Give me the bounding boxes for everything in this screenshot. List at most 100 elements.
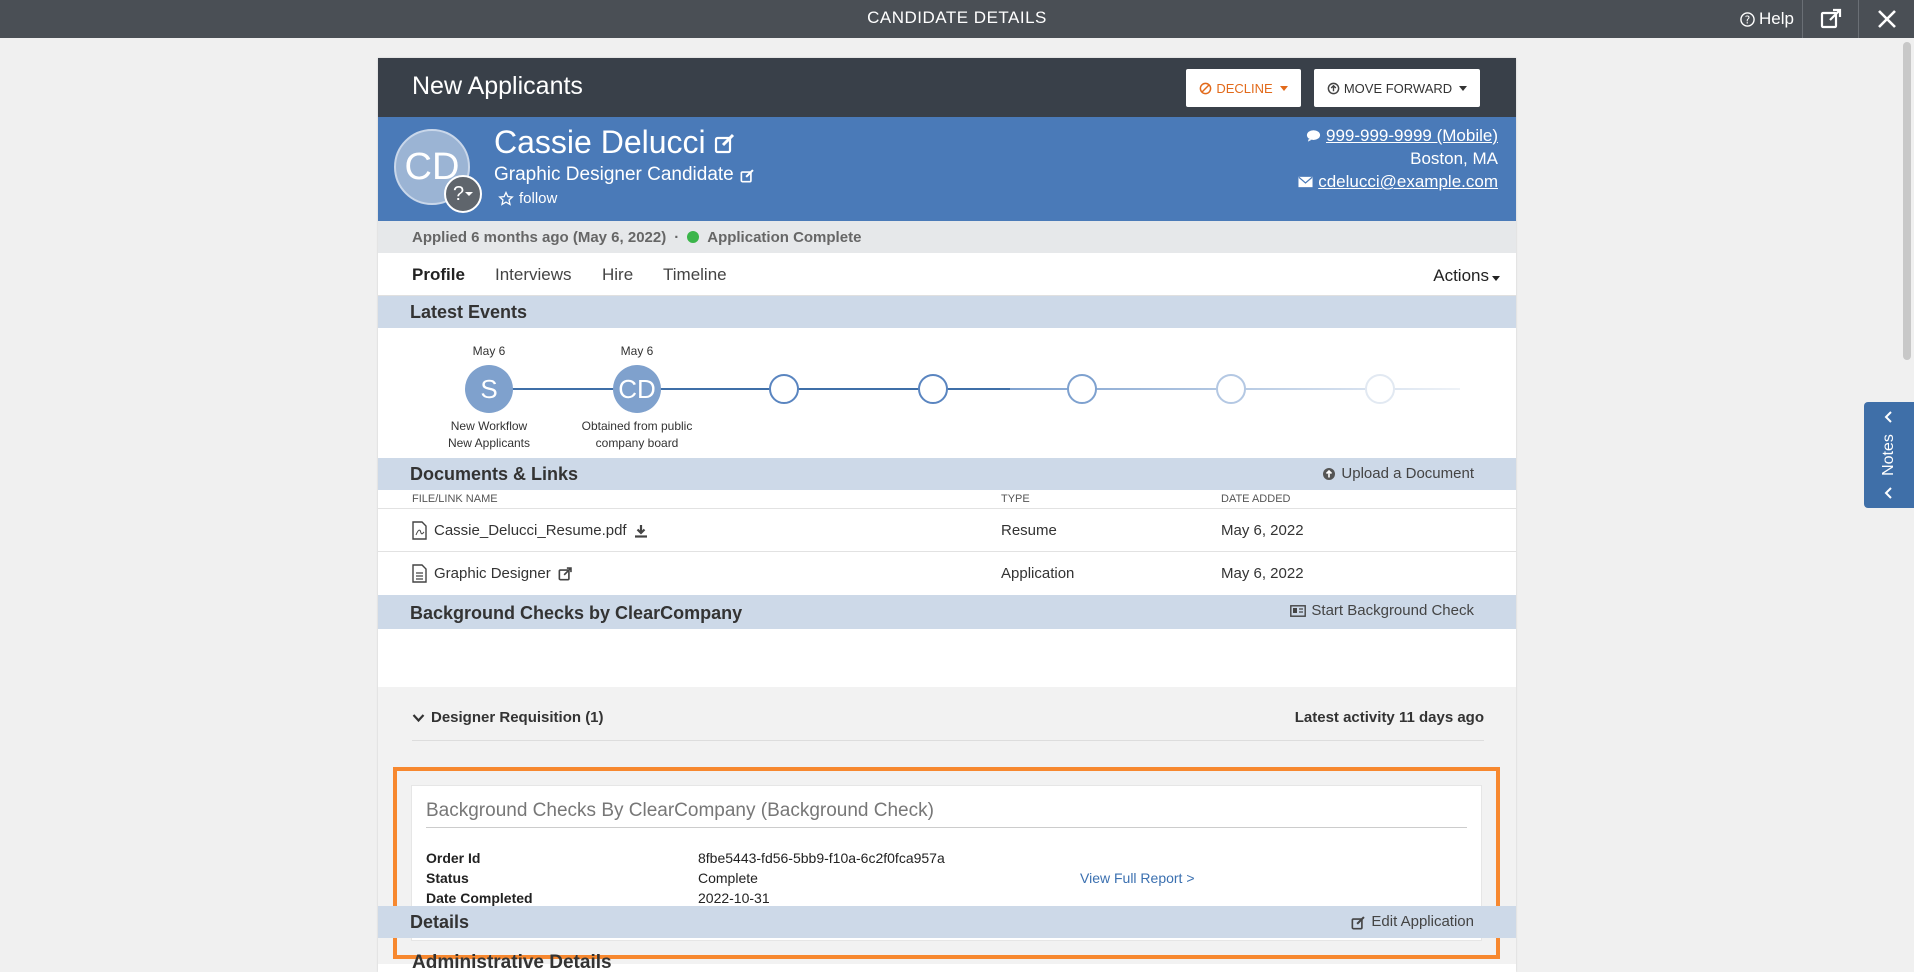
scrollbar-thumb[interactable] [1903, 42, 1911, 360]
table-row: Cassie_Delucci_Resume.pdf Resume May 6, … [378, 508, 1516, 551]
caret-down-icon [1459, 85, 1468, 91]
background-checks-header: Background Checks by ClearCompany Start … [378, 595, 1516, 629]
documents-title: Documents & Links [410, 464, 579, 484]
stage-header: New Applicants DECLINE MOVE FORWARD [378, 58, 1516, 117]
latest-activity: Latest activity 11 days ago [1294, 709, 1484, 726]
email-link[interactable]: cdelucci@example.com [1318, 170, 1498, 193]
external-link-icon [1820, 8, 1841, 29]
date-completed-value: 2022-10-31 [698, 890, 770, 906]
follow-label: follow [519, 190, 558, 207]
event-description: Obtained from public company board [567, 418, 707, 452]
view-full-report-link[interactable]: View Full Report > [1080, 870, 1195, 886]
chevron-left-icon [1884, 487, 1892, 499]
event-description: New Workflow New Applicants [419, 418, 559, 452]
column-date: DATE ADDED [1221, 493, 1291, 505]
status-value: Complete [698, 870, 758, 886]
edit-icon[interactable] [714, 132, 736, 154]
notes-tab[interactable]: Notes [1864, 402, 1914, 508]
id-card-icon [1290, 605, 1307, 617]
external-link-icon[interactable] [558, 566, 573, 581]
window-title: CANDIDATE DETAILS [867, 8, 1047, 27]
arrow-circle-up-icon [1327, 82, 1340, 94]
event-marker[interactable]: CD [613, 365, 661, 413]
table-row: Graphic Designer Application May 6, 2022 [378, 551, 1516, 594]
documents-column-headers: FILE/LINK NAME TYPE DATE ADDED [378, 490, 1516, 508]
event-placeholder [1067, 374, 1097, 404]
candidate-panel: New Applicants DECLINE MOVE FORWARD CD ?… [378, 58, 1516, 972]
separator: · [674, 228, 680, 246]
caret-down-icon [1279, 85, 1288, 91]
move-forward-label: MOVE FORWARD [1343, 80, 1453, 96]
applied-date: Applied 6 months ago (May 6, 2022) [412, 228, 667, 246]
candidate-name: Cassie Delucci [494, 124, 706, 160]
tab-hire[interactable]: Hire [602, 253, 633, 296]
start-background-check-button[interactable]: Start Background Check [1290, 595, 1474, 627]
follow-button[interactable]: follow [498, 190, 557, 207]
download-icon[interactable] [634, 524, 648, 538]
order-id-label: Order Id [426, 850, 481, 866]
upload-icon [1323, 468, 1336, 480]
latest-events-title: Latest Events [410, 302, 528, 322]
administrative-details-title: Administrative Details [412, 952, 612, 972]
stage-title: New Applicants [412, 72, 583, 100]
star-icon [498, 190, 514, 206]
event-placeholder [1365, 374, 1395, 404]
svg-text:?: ? [1745, 14, 1750, 26]
caret-down-icon [1492, 276, 1500, 281]
tab-bar: Profile Interviews Hire Timeline Actions [378, 253, 1516, 296]
chevron-left-icon [1884, 411, 1892, 423]
column-name: FILE/LINK NAME [412, 493, 498, 505]
edit-application-label: Edit Application [1371, 913, 1474, 930]
event-placeholder [1216, 374, 1246, 404]
move-forward-button[interactable]: MOVE FORWARD [1314, 69, 1480, 107]
application-status: Application Complete [707, 228, 862, 246]
event-marker[interactable]: S [465, 365, 513, 413]
tab-interviews[interactable]: Interviews [495, 253, 572, 296]
document-link[interactable]: Cassie_Delucci_Resume.pdf [434, 509, 627, 552]
background-checks-title: Background Checks by ClearCompany [410, 603, 743, 623]
candidate-job: Graphic Designer Candidate [494, 164, 734, 185]
phone-link[interactable]: 999-999-9999 (Mobile) [1326, 124, 1498, 147]
document-date: May 6, 2022 [1221, 565, 1304, 582]
document-type: Application [1001, 565, 1075, 582]
help-link[interactable]: ? Help [1740, 0, 1794, 38]
column-type: TYPE [1001, 493, 1030, 505]
event-placeholder [918, 374, 948, 404]
requisition-row[interactable]: Designer Requisition (1) Latest activity… [412, 697, 1484, 741]
status-label: Status [426, 870, 469, 886]
status-dot [687, 231, 700, 243]
avatar-badge: ? [452, 182, 465, 205]
caret-down-icon [465, 192, 474, 196]
tab-profile[interactable]: Profile [412, 253, 465, 296]
close-button[interactable] [1858, 0, 1914, 38]
decline-button[interactable]: DECLINE [1186, 69, 1301, 107]
latest-events-header: Latest Events [378, 296, 1516, 328]
tab-timeline[interactable]: Timeline [663, 253, 727, 296]
pdf-file-icon [412, 521, 427, 540]
requisition-label: Designer Requisition (1) [431, 709, 604, 726]
edit-icon[interactable] [740, 168, 755, 183]
background-check-card-title: Background Checks By ClearCompany (Backg… [426, 800, 1467, 828]
event-desc-line: company board [595, 436, 679, 450]
edit-application-button[interactable]: Edit Application [1351, 906, 1474, 938]
event-desc-line: New Workflow [450, 419, 528, 433]
start-background-check-label: Start Background Check [1311, 602, 1474, 619]
edit-icon [1351, 915, 1366, 929]
event-desc-line: Obtained from public [581, 419, 693, 433]
open-external-button[interactable] [1802, 0, 1858, 38]
upload-document-button[interactable]: Upload a Document [1322, 458, 1474, 490]
application-status-bar: Applied 6 months ago (May 6, 2022) · App… [378, 221, 1516, 253]
contact-info: 999-999-9999 (Mobile) Boston, MA cdelucc… [1298, 124, 1498, 193]
avatar-menu-button[interactable]: ? [444, 175, 482, 213]
help-icon: ? [1740, 11, 1755, 27]
ban-icon [1199, 82, 1212, 94]
event-desc-line: New Applicants [447, 436, 531, 450]
actions-menu[interactable]: Actions [1433, 253, 1500, 296]
top-bar: CANDIDATE DETAILS ? Help [0, 0, 1914, 38]
envelope-icon [1298, 176, 1313, 187]
details-header: Details Edit Application [378, 906, 1516, 938]
document-type: Resume [1001, 522, 1057, 539]
event-placeholder [769, 374, 799, 404]
decline-label: DECLINE [1216, 80, 1273, 96]
document-link[interactable]: Graphic Designer [434, 552, 551, 595]
